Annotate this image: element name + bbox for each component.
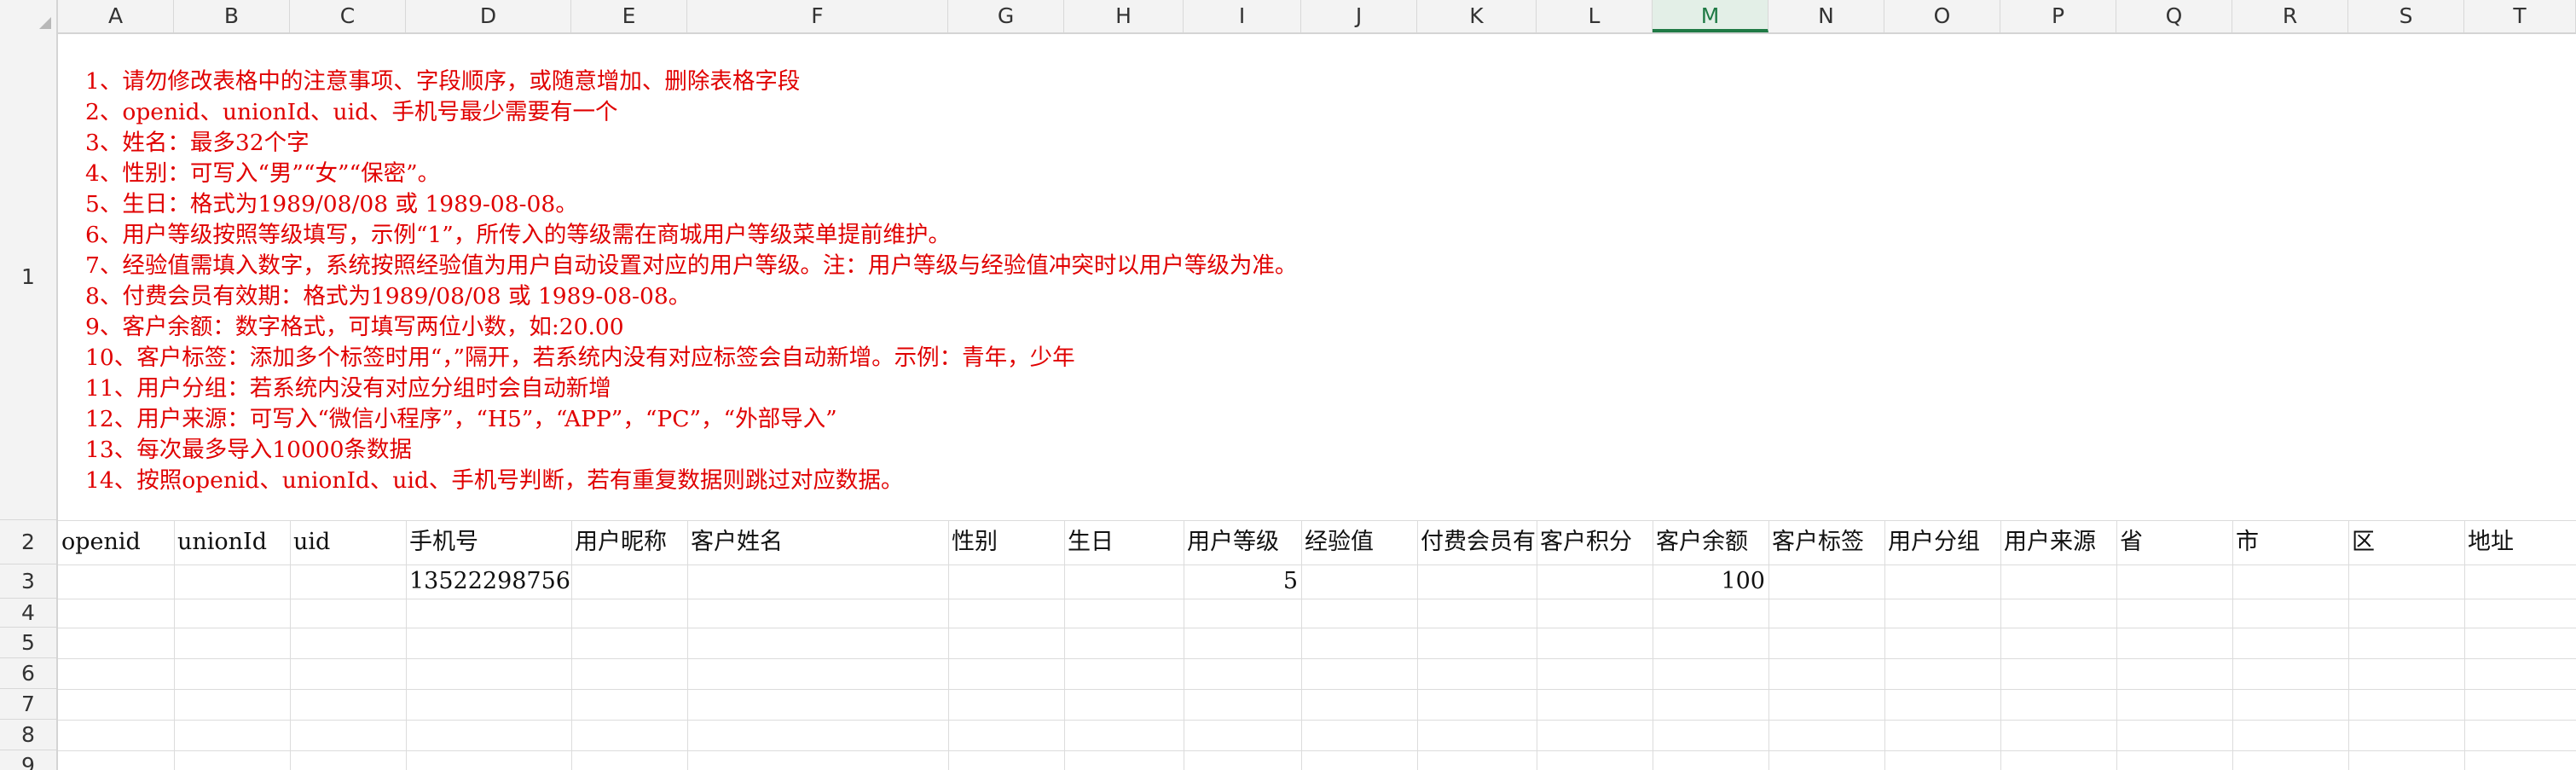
instruction-line: 14、按照openid、unionId、uid、手机号判断，若有重复数据则跳过对… [85,467,904,494]
header-cell-source[interactable]: 用户来源 [2000,525,2116,559]
column-header-k[interactable]: K [1417,0,1537,32]
row-header-8[interactable]: 8 [0,720,56,750]
instruction-line: 1、请勿修改表格中的注意事项、字段顺序，或随意增加、删除表格字段 [85,68,801,95]
header-cell-level[interactable]: 用户等级 [1184,525,1301,559]
row-header-bar: 1 2 3 4 5 6 7 8 9 [0,34,58,770]
data-cell-level[interactable]: 5 [1184,564,1301,599]
header-cell-group[interactable]: 用户分组 [1884,525,2000,559]
column-header-h[interactable]: H [1064,0,1184,32]
column-header-s[interactable]: S [2348,0,2464,32]
header-cell-experience[interactable]: 经验值 [1301,525,1417,559]
row-header-7[interactable]: 7 [0,689,56,720]
column-header-q[interactable]: Q [2116,0,2232,32]
instruction-line: 5、生日：格式为1989/08/08 或 1989-08-08。 [85,191,578,217]
instruction-line: 4、性别：可写入“男”“女”“保密”。 [85,160,441,187]
column-header-p[interactable]: P [2000,0,2116,32]
header-cell-gender[interactable]: 性别 [948,525,1064,559]
column-header-i[interactable]: I [1184,0,1301,32]
column-header-f[interactable]: F [687,0,948,32]
column-header-d[interactable]: D [406,0,571,32]
data-cell-balance[interactable]: 100 [1653,564,1768,599]
instruction-line: 6、用户等级按照等级填写，示例“1”，所传入的等级需在商城用户等级菜单提前维护。 [85,222,951,248]
instruction-line: 13、每次最多导入10000条数据 [85,437,413,463]
row-header-1[interactable]: 1 [0,34,56,520]
column-header-bar: A B C D E F G H I J K L M N O P Q R S T [0,0,2576,34]
column-header-m[interactable]: M [1653,0,1768,32]
header-cell-address[interactable]: 地址 [2464,525,2576,559]
data-cell-phone[interactable]: 13522298756 [406,564,571,599]
header-cell-district[interactable]: 区 [2348,525,2464,559]
row-header-2[interactable]: 2 [0,520,56,564]
column-header-t[interactable]: T [2464,0,2576,32]
instruction-line: 3、姓名：最多32个字 [85,130,310,156]
header-cell-phone[interactable]: 手机号 [406,525,571,559]
column-header-c[interactable]: C [290,0,406,32]
instruction-line: 7、经验值需填入数字，系统按照经验值为用户自动设置对应的用户等级。注：用户等级与… [85,252,1298,279]
select-all-icon [39,17,51,29]
spreadsheet: A B C D E F G H I J K L M N O P Q R S T … [0,0,2576,770]
column-header-j[interactable]: J [1301,0,1417,32]
row-header-5[interactable]: 5 [0,628,56,658]
cell-grid[interactable]: 1、请勿修改表格中的注意事项、字段顺序，或随意增加、删除表格字段 2、openi… [58,34,2576,770]
header-cell-birthday[interactable]: 生日 [1064,525,1184,559]
header-cell-balance[interactable]: 客户余额 [1653,525,1768,559]
header-cell-paid-member[interactable]: 付费会员有 [1417,525,1537,559]
column-header-r[interactable]: R [2232,0,2348,32]
row-header-3[interactable]: 3 [0,564,56,599]
header-cell-unionid[interactable]: unionId [174,525,290,559]
header-cell-province[interactable]: 省 [2116,525,2232,559]
column-header-o[interactable]: O [1884,0,2000,32]
header-cell-openid[interactable]: openid [58,525,174,559]
column-header-e[interactable]: E [571,0,687,32]
select-all-corner[interactable] [0,0,58,34]
instruction-line: 10、客户标签：添加多个标签时用“，”隔开，若系统内没有对应标签会自动新增。示例… [85,344,1075,371]
row-header-4[interactable]: 4 [0,599,56,628]
header-cell-nickname[interactable]: 用户昵称 [571,525,687,559]
row-header-9[interactable]: 9 [0,750,56,770]
column-header-g[interactable]: G [948,0,1064,32]
column-header-a[interactable]: A [58,0,174,32]
instructions-cell[interactable]: 1、请勿修改表格中的注意事项、字段顺序，或随意增加、删除表格字段 2、openi… [85,67,1297,496]
header-cell-tags[interactable]: 客户标签 [1768,525,1884,559]
header-cell-uid[interactable]: uid [290,525,406,559]
header-cell-points[interactable]: 客户积分 [1537,525,1653,559]
instruction-line: 11、用户分组：若系统内没有对应分组时会自动新增 [85,375,611,402]
header-cell-name[interactable]: 客户姓名 [687,525,948,559]
column-header-l[interactable]: L [1537,0,1653,32]
instruction-line: 9、客户余额：数字格式，可填写两位小数，如:20.00 [85,314,624,340]
instruction-line: 8、付费会员有效期：格式为1989/08/08 或 1989-08-08。 [85,283,692,310]
column-header-b[interactable]: B [174,0,290,32]
instruction-line: 2、openid、unionId、uid、手机号最少需要有一个 [85,99,618,125]
header-cell-city[interactable]: 市 [2232,525,2348,559]
row-header-6[interactable]: 6 [0,658,56,689]
column-header-n[interactable]: N [1768,0,1884,32]
instruction-line: 12、用户来源：可写入“微信小程序”，“H5”，“APP”，“PC”，“外部导入… [85,406,837,432]
